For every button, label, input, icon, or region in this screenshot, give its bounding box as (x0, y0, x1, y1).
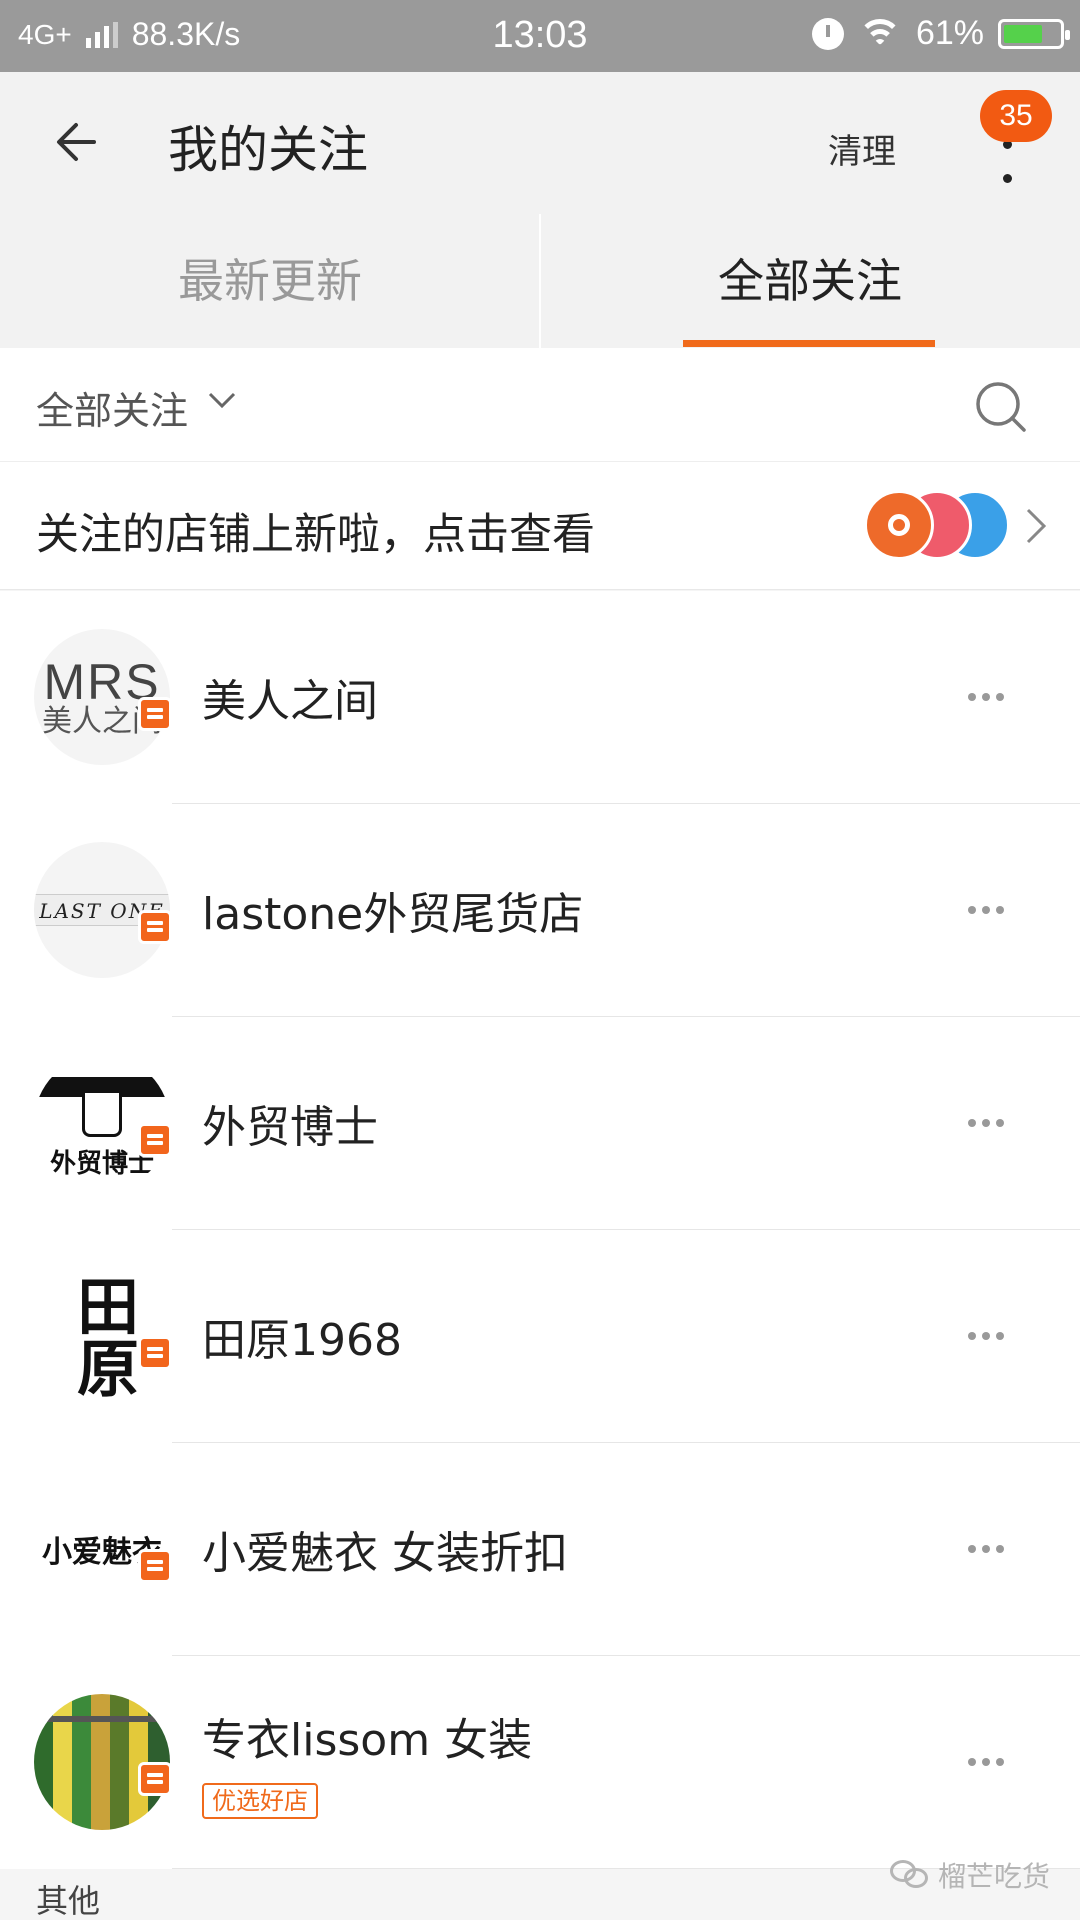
more-options-icon[interactable] (966, 1326, 1006, 1346)
avatar-text: 田原 (66, 1274, 139, 1398)
alarm-icon (811, 17, 844, 50)
status-bar: 4G+ 88.3K/s 13:03 61% (0, 0, 1080, 72)
clothes-rack-graphic (34, 1716, 170, 1722)
shop-badge-icon (138, 1549, 172, 1583)
battery-icon (998, 18, 1070, 49)
shop-name: lastone外贸尾货店 (202, 889, 584, 940)
active-tab-indicator (683, 340, 935, 347)
tab-all-following[interactable]: 全部关注 (540, 214, 1080, 348)
watermark-text: 榴芒吃货 (938, 1860, 1051, 1893)
wifi-icon (857, 18, 902, 49)
shop-badge-icon (138, 1336, 172, 1370)
clear-button[interactable]: 清理 (828, 124, 896, 173)
more-options-icon[interactable] (966, 1539, 1006, 1559)
shop-row[interactable]: 田原 田原1968 (0, 1230, 1080, 1443)
back-arrow-icon[interactable] (50, 112, 110, 172)
dress-graphic (82, 1092, 122, 1137)
shop-badge-icon (138, 697, 172, 731)
new-arrivals-banner[interactable]: 关注的店铺上新啦，点击查看 (0, 462, 1080, 590)
search-icon[interactable] (972, 378, 1030, 436)
shop-row[interactable]: 外贸博士 外贸博士 (0, 1017, 1080, 1230)
shop-row[interactable]: 小爱魅衣 小爱魅衣 女装折扣 (0, 1443, 1080, 1656)
filter-dropdown[interactable]: 全部关注 (36, 380, 188, 435)
shop-badge-icon (138, 1762, 172, 1796)
banner-text: 关注的店铺上新啦，点击查看 (36, 510, 595, 560)
shop-badge-icon (138, 1123, 172, 1157)
followed-shops-list: MRS 美人之间 美人之间 LAST ONE lastone外贸尾货店 外贸博士… (0, 591, 1080, 1869)
more-options-icon[interactable] (966, 900, 1006, 920)
status-right: 61% (811, 14, 1070, 53)
preferred-shop-tag: 优选好店 (202, 1783, 318, 1819)
notification-badge: 35 (980, 90, 1052, 142)
more-options-icon[interactable] (966, 687, 1006, 707)
banner-shop-icons (864, 484, 1014, 566)
more-options-icon[interactable] (966, 1113, 1006, 1133)
shop-name: 美人之间 (202, 676, 378, 727)
shop-badge-icon (138, 910, 172, 944)
chevron-down-icon[interactable] (207, 388, 237, 412)
more-options-icon[interactable] (966, 1752, 1006, 1772)
shop-row[interactable]: 专衣lissom 女装 优选好店 (0, 1656, 1080, 1869)
tab-bar: 最新更新 全部关注 (0, 214, 1080, 348)
chevron-right-icon (1026, 508, 1047, 544)
shop-name: 小爱魅衣 女装折扣 (202, 1528, 568, 1579)
battery-percent: 61% (915, 14, 984, 52)
section-header-other: 其他 (36, 1882, 101, 1920)
tab-divider (539, 214, 541, 348)
shop-name: 专衣lissom 女装 (202, 1715, 533, 1766)
page-title: 我的关注 (168, 121, 368, 179)
app-header: 我的关注 清理 35 (0, 72, 1080, 214)
wechat-icon (890, 1860, 930, 1890)
shop-row[interactable]: LAST ONE lastone外贸尾货店 (0, 804, 1080, 1017)
shop-row[interactable]: MRS 美人之间 美人之间 (0, 591, 1080, 804)
tab-latest-updates[interactable]: 最新更新 (0, 214, 540, 348)
shop-name: 田原1968 (202, 1315, 402, 1366)
shop-name: 外贸博士 (202, 1102, 378, 1153)
live-icon (864, 490, 934, 560)
filter-bar: 全部关注 (0, 348, 1080, 462)
watermark: 榴芒吃货 (890, 1855, 1050, 1895)
